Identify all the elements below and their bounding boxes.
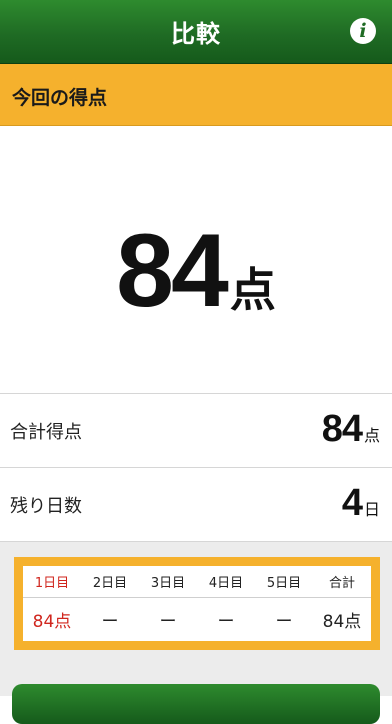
table-header-row: 1日目 2日目 3日目 4日目 5日目 合計 — [23, 566, 371, 598]
section-header: 今回の得点 — [0, 64, 392, 126]
days-left-label: 残り日数 — [10, 496, 82, 517]
days-left: 4日 — [342, 482, 380, 525]
days-left-row: 残り日数 4日 — [0, 468, 392, 542]
table-cell-day-5: ー — [275, 612, 293, 632]
table-cell-day-1: 84点 — [32, 612, 72, 632]
table-cell-day-2: ー — [101, 612, 119, 632]
total-score: 84 点 — [322, 408, 380, 451]
total-score-label: 合計得点 — [10, 422, 82, 443]
table-header-total: 合計 — [328, 576, 355, 591]
navigation-bar: 比較 i — [0, 0, 392, 64]
current-score: 84点 — [0, 212, 392, 331]
current-score-unit: 点 — [229, 263, 276, 317]
days-left-value: 4 — [341, 482, 363, 524]
table-header-day-5: 5日目 — [266, 576, 302, 591]
table-header-day-1: 1日目 — [34, 576, 70, 591]
page-title: 比較 — [171, 20, 221, 48]
total-score-unit: 点 — [363, 426, 380, 445]
table-header-day-4: 4日目 — [208, 576, 244, 591]
days-left-unit: 日 — [363, 500, 380, 519]
total-score-row: 合計得点 84 点 — [0, 394, 392, 468]
daily-scores-table: 1日目 2日目 3日目 4日目 5日目 合計 84点 ー ー ー ー 84点 — [14, 557, 380, 650]
current-score-value: 84 — [116, 213, 229, 329]
table-cell-day-3: ー — [159, 612, 177, 632]
current-score-panel: 84点 — [0, 126, 392, 394]
info-icon[interactable]: i — [350, 18, 376, 44]
total-score-value: 84 — [321, 408, 363, 450]
table-header-day-3: 3日目 — [150, 576, 186, 591]
table-cell-total: 84点 — [322, 612, 362, 632]
bottom-action-button[interactable] — [12, 684, 380, 724]
table-row: 84点 ー ー ー ー 84点 — [23, 598, 371, 641]
table-cell-day-4: ー — [217, 612, 235, 632]
section-title: 今回の得点 — [12, 87, 108, 109]
table-header-day-2: 2日目 — [92, 576, 128, 591]
